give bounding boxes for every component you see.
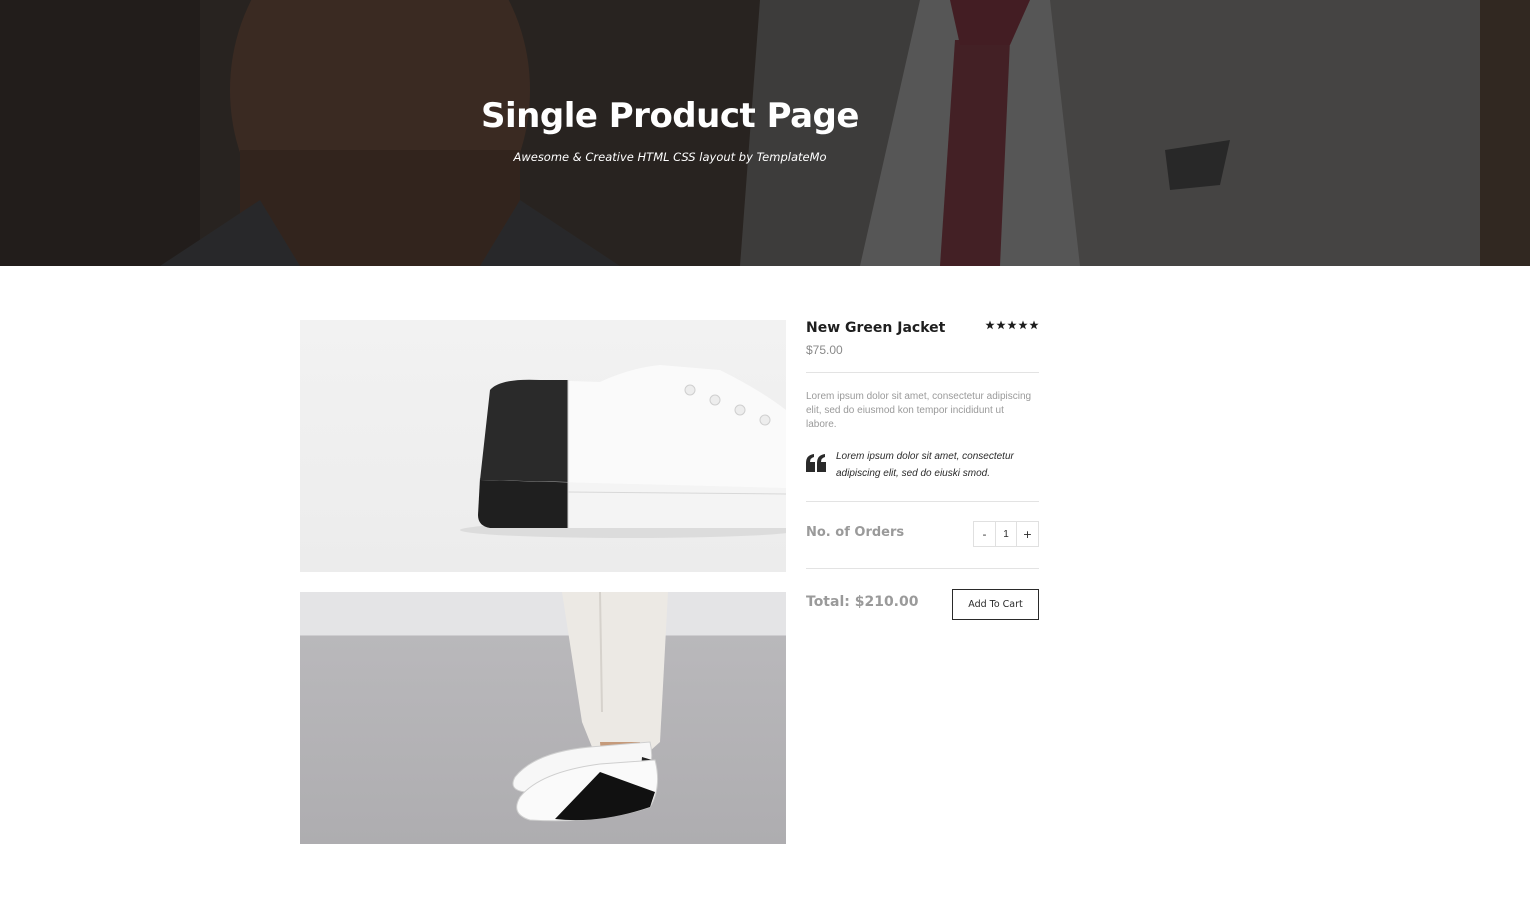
order-total: Total: $210.00 [806,594,919,610]
product-image-side-view [300,320,786,572]
quantity-stepper: - 1 + [973,521,1039,547]
decrease-quantity-button[interactable]: - [974,522,995,546]
star-icon [1029,320,1039,330]
quote-text: Lorem ipsum dolor sit amet, consectetur … [836,451,1014,479]
product-name: New Green Jacket [806,320,946,336]
divider [806,372,1039,373]
product-price: $75.00 [806,343,843,357]
add-to-cart-button[interactable]: Add To Cart [952,589,1039,620]
increase-quantity-button[interactable]: + [1017,522,1038,546]
orders-label: No. of Orders [806,525,905,540]
page-subtitle: Awesome & Creative HTML CSS layout by Te… [513,150,827,164]
divider [806,568,1039,569]
star-icon [985,320,995,330]
product-rating [985,320,1039,330]
quote-icon [806,454,826,472]
sneaker-worn-image [512,592,668,822]
page-heading: Single Product Page Awesome & Creative H… [0,0,1530,266]
page-title: Single Product Page [481,96,859,136]
star-icon [1018,320,1028,330]
sneaker-side-image [460,365,786,538]
star-icon [1007,320,1017,330]
star-icon [996,320,1006,330]
product-description: Lorem ipsum dolor sit amet, consectetur … [806,391,1032,430]
product-image-worn-view [300,592,786,844]
divider [806,501,1039,502]
quantity-input[interactable]: 1 [995,522,1017,546]
